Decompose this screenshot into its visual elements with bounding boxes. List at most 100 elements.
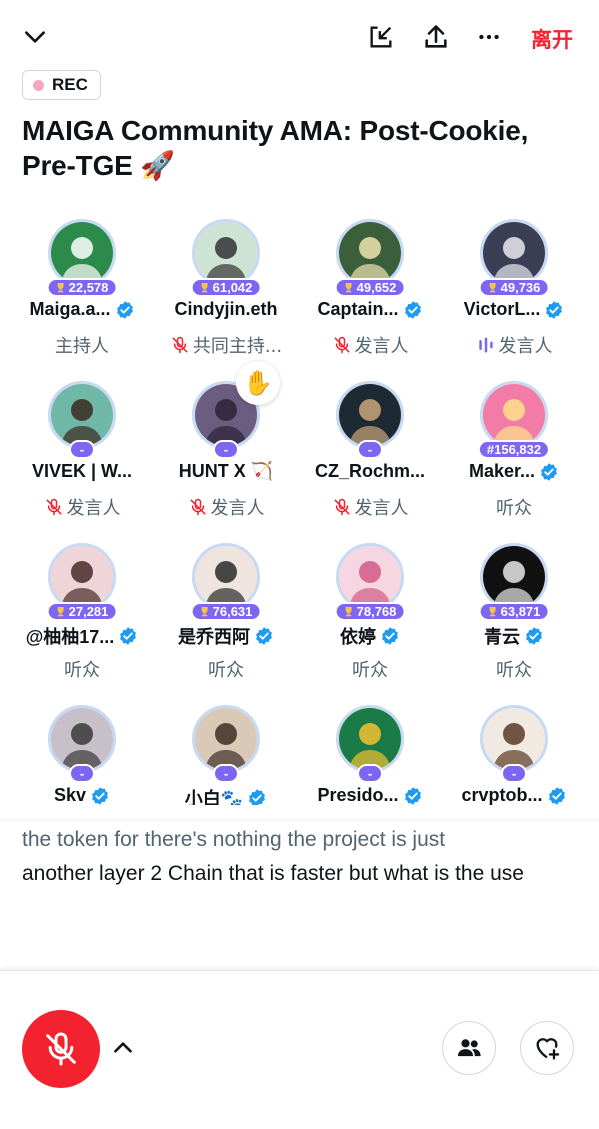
rec-label: REC: [52, 75, 88, 94]
top-bar: 离开: [0, 0, 599, 70]
participant-role-text: 发言人: [354, 336, 409, 357]
avatar[interactable]: [192, 219, 260, 287]
avatar-container: 22,578: [46, 219, 118, 297]
verified-badge-icon: [546, 300, 563, 319]
participant-role-text: 发言人: [210, 498, 265, 519]
trophy-icon: [201, 283, 208, 293]
participant-tile[interactable]: - 小白🐾: [154, 701, 298, 805]
score-value: 61,042: [212, 280, 253, 295]
score-value: 78,768: [356, 604, 397, 619]
avatar-container: #156,832: [477, 381, 551, 459]
avatar[interactable]: [480, 705, 548, 773]
raised-hand-icon: ✋: [236, 361, 280, 405]
participant-role-text: 发言人: [354, 498, 409, 519]
participant-role-text: 听众: [496, 498, 532, 519]
participant-role-text: 听众: [208, 660, 244, 681]
participant-tile[interactable]: 27,281 @柚柚17... 听众: [10, 539, 154, 701]
avatar[interactable]: [192, 705, 260, 773]
avatar[interactable]: [48, 705, 116, 773]
avatar[interactable]: [336, 705, 404, 773]
leave-button[interactable]: 离开: [531, 24, 573, 54]
avatar-image: [195, 546, 257, 608]
participant-name: HUNT X 🏹: [154, 461, 298, 482]
participant-tile[interactable]: 76,631 是乔西阿听众: [154, 539, 298, 701]
chevron-down-icon[interactable]: [20, 22, 50, 52]
avatar-image: [339, 222, 401, 284]
more-icon[interactable]: [474, 22, 504, 52]
participant-name-text: CZ_Rochm...: [314, 461, 425, 481]
avatar-image: [339, 546, 401, 608]
mic-off-icon: [172, 336, 188, 354]
avatar[interactable]: [48, 381, 116, 449]
participant-tile[interactable]: - Presido...: [298, 701, 442, 805]
mic-off-icon: [46, 498, 61, 516]
heart-plus-icon: [536, 1038, 560, 1060]
participant-name-text: Maker...: [468, 461, 536, 481]
participant-name: 依婷: [298, 623, 442, 649]
score-badge: 78,768: [334, 602, 406, 621]
participant-tile[interactable]: - ✋ HUNT X 🏹 发言人: [154, 361, 298, 539]
participant-tile[interactable]: - VIVEK | W... 发言人: [10, 377, 154, 539]
participant-role: 听众: [442, 494, 586, 520]
participant-tile[interactable]: 49,652 Captain... 发言人: [298, 215, 442, 377]
score-value: 49,652: [356, 280, 397, 295]
mic-off-icon: [190, 498, 205, 516]
score-badge: #156,832: [477, 440, 551, 459]
participant-name: CZ_Rochm...: [298, 461, 442, 482]
participant-role: 发言人: [442, 332, 586, 358]
score-value: 27,281: [68, 604, 109, 619]
avatar[interactable]: [480, 219, 548, 287]
share-icon[interactable]: [421, 22, 451, 52]
avatar[interactable]: [480, 543, 548, 611]
avatar-container: 49,652: [334, 219, 406, 297]
people-button[interactable]: [442, 1021, 496, 1075]
react-button[interactable]: [520, 1021, 574, 1075]
score-value: -: [79, 442, 85, 457]
avatar[interactable]: [336, 219, 404, 287]
avatar[interactable]: [48, 543, 116, 611]
avatar[interactable]: [336, 543, 404, 611]
participant-tile[interactable]: - crvptob...: [442, 701, 586, 805]
participant-role: 发言人: [154, 494, 298, 520]
participant-tile[interactable]: - CZ_Rochm... 发言人: [298, 377, 442, 539]
avatar-image: [51, 708, 113, 770]
participant-name: 青云: [442, 623, 586, 649]
participant-tile[interactable]: - Skv: [10, 701, 154, 805]
participant-tile[interactable]: 49,736 VictorL... 发言人: [442, 215, 586, 377]
avatar[interactable]: [48, 219, 116, 287]
participant-tile[interactable]: 61,042 Cindyjin.eth 共同主持...: [154, 215, 298, 377]
mic-off-icon: [334, 336, 349, 354]
avatar-container: 76,631: [190, 543, 262, 621]
participant-name-text: 是乔西阿: [178, 627, 250, 647]
participant-name-text: @柚柚17...: [25, 627, 115, 647]
avatar[interactable]: [336, 381, 404, 449]
score-badge: -: [357, 764, 383, 783]
score-value: -: [367, 766, 373, 781]
participant-tile[interactable]: 22,578 Maiga.a... 主持人: [10, 215, 154, 377]
bottom-bar: [0, 970, 599, 1129]
participant-tile[interactable]: 78,768 依婷 听众: [298, 539, 442, 701]
participant-role-text: 听众: [64, 660, 100, 681]
score-badge: -: [213, 440, 239, 459]
verified-badge-icon: [404, 786, 421, 805]
mic-toggle-button[interactable]: [22, 1010, 100, 1088]
participant-name-text: Maiga.a...: [29, 299, 111, 319]
participant-role: 发言人: [298, 494, 442, 520]
minimize-icon[interactable]: [366, 22, 396, 52]
avatar-container: -: [336, 705, 404, 783]
score-badge: 61,042: [190, 278, 262, 297]
avatar-image: [339, 708, 401, 770]
participant-tile[interactable]: 63,871 青云 听众: [442, 539, 586, 701]
participant-tile[interactable]: #156,832 Maker... 听众: [442, 377, 586, 539]
participant-name: VIVEK | W...: [10, 461, 154, 482]
chevron-up-icon[interactable]: [110, 1035, 136, 1061]
participant-name: Skv: [10, 785, 154, 805]
avatar[interactable]: [192, 543, 260, 611]
avatar[interactable]: [480, 381, 548, 449]
trophy-icon: [57, 607, 64, 617]
participant-role: 听众: [154, 656, 298, 682]
avatar-image: [483, 384, 545, 446]
live-caption: the token for there's nothing the projec…: [22, 823, 567, 891]
participant-name: Maiga.a...: [10, 299, 154, 320]
participant-name-text: Cindyjin.eth: [174, 299, 278, 319]
